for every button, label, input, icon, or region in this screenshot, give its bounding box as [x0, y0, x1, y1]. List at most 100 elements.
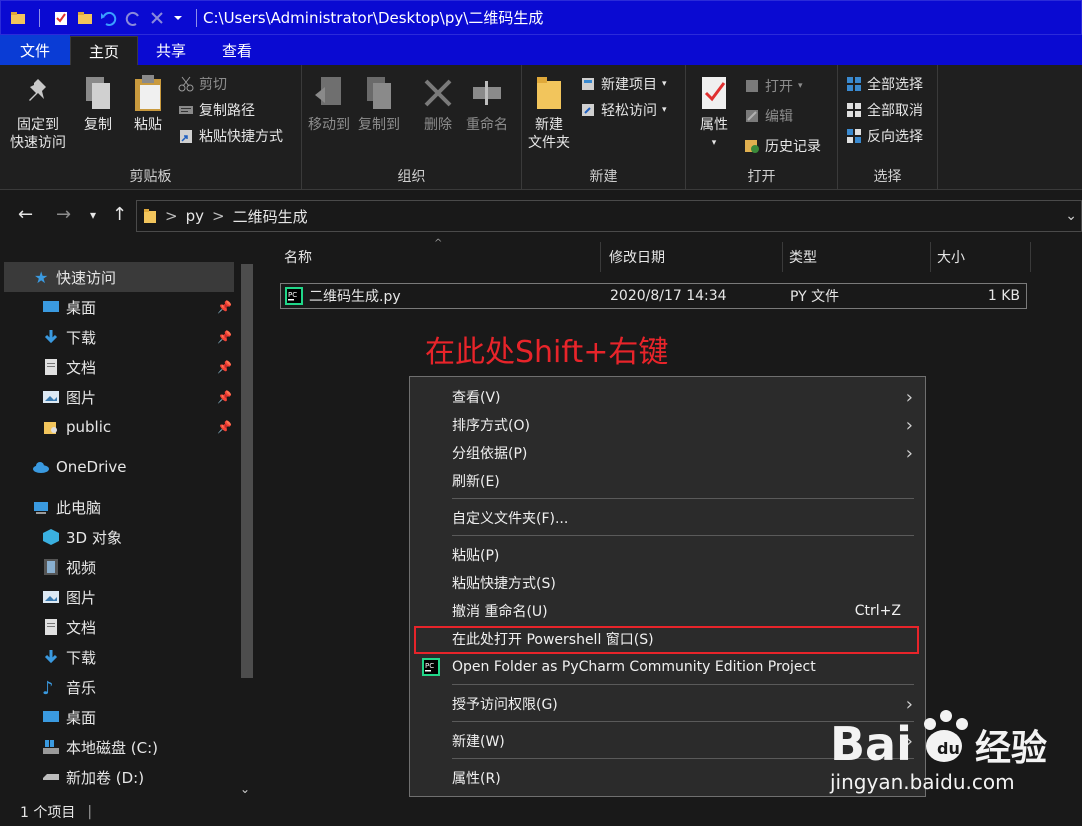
nav-item-label: 桌面	[66, 708, 97, 727]
properties-button[interactable]: 属性 ▾	[696, 73, 732, 152]
menu-item-sort-by[interactable]: 排序方式(O) ›	[410, 411, 925, 439]
open-button[interactable]: 打开 ▾	[744, 75, 803, 97]
move-to-button[interactable]: 移动到	[308, 73, 350, 134]
nav-pictures-pinned[interactable]: 图片 📌	[0, 382, 236, 412]
menu-item-label: 授予访问权限(G)	[452, 697, 558, 713]
menu-item-label: Open Folder as PyCharm Community Edition…	[452, 659, 816, 675]
nav-item-label: 下载	[66, 648, 97, 667]
documents-icon	[45, 359, 57, 375]
new-folder-icon[interactable]	[76, 9, 94, 27]
paste-shortcut-icon	[180, 130, 192, 143]
cut-label: 剪切	[199, 77, 227, 93]
address-bar[interactable]: > py > 二维码生成 ⌄	[136, 200, 1082, 232]
menu-item-group-by[interactable]: 分组依据(P) ›	[410, 439, 925, 467]
tab-share[interactable]: 共享	[138, 36, 204, 65]
menu-item-paste[interactable]: 粘贴(P)	[410, 541, 925, 569]
folder-person-icon	[44, 422, 57, 434]
forward-arrow-icon[interactable]: →	[56, 204, 71, 225]
undo-icon[interactable]	[100, 9, 118, 27]
nav-desktop[interactable]: 桌面	[0, 702, 236, 732]
dropdown-arrow-icon[interactable]	[172, 9, 184, 27]
move-to-label: 移动到	[308, 117, 350, 133]
invert-selection-button[interactable]: 反向选择	[846, 125, 923, 147]
nav-scrollbar[interactable]: ⌄	[236, 258, 256, 798]
copy-to-button[interactable]: 复制到	[358, 73, 400, 134]
back-arrow-icon[interactable]: ←	[18, 204, 33, 225]
nav-videos[interactable]: 视频	[0, 552, 236, 582]
scrollbar-thumb[interactable]	[241, 264, 253, 678]
nav-public-pinned[interactable]: public 📌	[0, 412, 236, 442]
delete-x-icon[interactable]	[148, 9, 166, 27]
navigation-pane: ★ 快速访问 桌面 📌 下载 📌 文档 📌 图片 📌 public 📌 OneD…	[0, 258, 258, 798]
edit-button[interactable]: 编辑	[744, 105, 793, 127]
select-none-button[interactable]: 全部取消	[846, 99, 923, 121]
pictures-icon	[43, 591, 59, 603]
easy-access-button[interactable]: 轻松访问 ▾	[580, 99, 667, 121]
nav-documents-pinned[interactable]: 文档 📌	[0, 352, 236, 382]
tab-file[interactable]: 文件	[0, 35, 71, 65]
column-header-size[interactable]: 大小	[931, 242, 1031, 272]
select-all-button[interactable]: 全部选择	[846, 73, 923, 95]
menu-item-undo-rename[interactable]: 撤消 重命名(U) Ctrl+Z	[410, 597, 925, 625]
column-header-type[interactable]: 类型	[783, 242, 931, 272]
menu-item-customize-folder[interactable]: 自定义文件夹(F)...	[410, 504, 925, 532]
rename-button[interactable]: 重命名	[466, 73, 508, 134]
music-note-icon: ♪	[42, 678, 54, 699]
nav-3d-objects[interactable]: 3D 对象	[0, 522, 236, 552]
copy-button[interactable]: 复制	[80, 73, 116, 134]
copy-icon	[86, 77, 110, 109]
pycharm-file-icon: PC	[285, 287, 303, 305]
new-folder-button[interactable]: 新建 文件夹	[528, 73, 570, 152]
scroll-down-chevron-icon[interactable]: ⌄	[240, 782, 250, 796]
nav-drive-d[interactable]: 新加卷 (D:)	[0, 762, 236, 792]
properties-icon	[702, 77, 726, 109]
breadcrumb-current[interactable]: 二维码生成	[233, 206, 308, 227]
history-icon	[745, 140, 759, 153]
new-item-button[interactable]: 新建项目 ▾	[580, 73, 667, 95]
desktop-icon	[43, 301, 59, 312]
nav-documents[interactable]: 文档	[0, 612, 236, 642]
menu-item-paste-shortcut[interactable]: 粘贴快捷方式(S)	[410, 569, 925, 597]
recent-locations-chevron-icon[interactable]: ▾	[90, 208, 96, 222]
redo-icon[interactable]	[124, 9, 142, 27]
table-row[interactable]: PC 二维码生成.py 2020/8/17 14:34 PY 文件 1 KB	[280, 283, 1027, 309]
paste-shortcut-button[interactable]: 粘贴快捷方式	[178, 125, 283, 147]
menu-item-refresh[interactable]: 刷新(E)	[410, 467, 925, 495]
nav-downloads-pinned[interactable]: 下载 📌	[0, 322, 236, 352]
column-header-modified[interactable]: 修改日期	[603, 242, 783, 272]
menu-separator	[452, 498, 914, 499]
desktop-icon	[43, 711, 59, 722]
tab-view[interactable]: 查看	[204, 36, 270, 65]
history-button[interactable]: 历史记录	[744, 135, 821, 157]
nav-pictures[interactable]: 图片	[0, 582, 236, 612]
up-arrow-icon[interactable]: ↑	[112, 204, 127, 225]
nav-this-pc[interactable]: 此电脑	[0, 492, 236, 522]
cut-button[interactable]: 剪切	[178, 73, 227, 95]
nav-onedrive[interactable]: OneDrive	[0, 452, 236, 482]
menu-item-open-pycharm[interactable]: PC Open Folder as PyCharm Community Edit…	[410, 653, 925, 681]
nav-music[interactable]: ♪ 音乐	[0, 672, 236, 702]
address-dropdown-chevron-icon[interactable]: ⌄	[1065, 208, 1077, 224]
nav-downloads[interactable]: 下载	[0, 642, 236, 672]
copy-path-button[interactable]: 复制路径	[178, 99, 255, 121]
drive-icon	[43, 774, 59, 780]
title-bar: C:\Users\Administrator\Desktop\py\二维码生成	[0, 0, 1082, 35]
properties-check-icon[interactable]	[52, 9, 70, 27]
group-label-clipboard: 剪贴板	[129, 169, 172, 185]
nav-desktop-pinned[interactable]: 桌面 📌	[0, 292, 236, 322]
menu-item-view[interactable]: 查看(V) ›	[410, 383, 925, 411]
column-header-name[interactable]: 名称	[278, 242, 601, 272]
item-count: 1 个项目	[20, 805, 76, 821]
nav-quick-access[interactable]: ★ 快速访问	[4, 262, 234, 292]
copy-to-icon	[367, 77, 391, 109]
nav-quick-access-label: 快速访问	[56, 268, 117, 287]
delete-button[interactable]: 删除	[420, 73, 456, 134]
pin-to-quick-access-button[interactable]: 固定到 快速访问	[10, 73, 66, 152]
move-to-icon	[315, 77, 341, 105]
paste-button[interactable]: 粘贴	[130, 73, 166, 134]
nav-drive-c[interactable]: 本地磁盘 (C:)	[0, 732, 236, 762]
breadcrumb-py[interactable]: py	[186, 207, 204, 225]
tab-home[interactable]: 主页	[70, 36, 139, 65]
breadcrumb-separator: >	[211, 207, 225, 225]
quick-access-toolbar	[1, 8, 203, 27]
